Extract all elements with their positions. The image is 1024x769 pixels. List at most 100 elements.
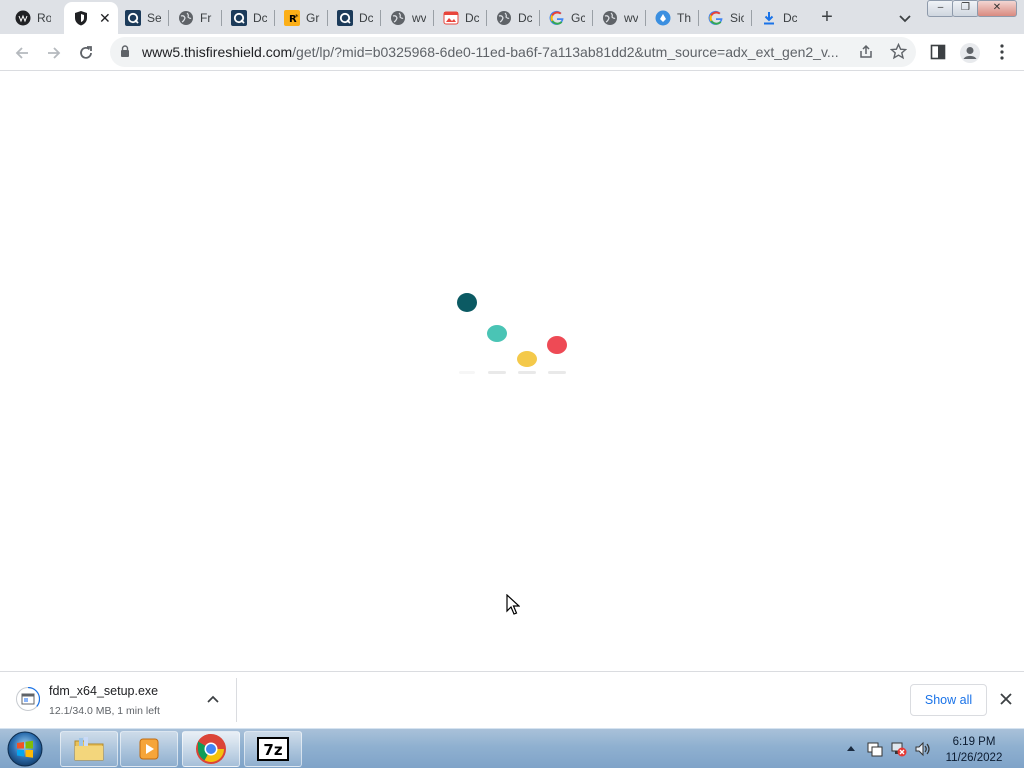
minimize-button[interactable]: – bbox=[927, 0, 954, 17]
globe-icon bbox=[178, 10, 194, 26]
taskbar-7zip[interactable]: 7z bbox=[244, 731, 302, 767]
globe-icon bbox=[602, 10, 618, 26]
download-icon bbox=[761, 10, 777, 26]
svg-text:*: * bbox=[295, 13, 299, 21]
loader-dot-teal-dark bbox=[457, 293, 477, 312]
new-tab-button[interactable]: + bbox=[815, 6, 839, 30]
taskbar-explorer[interactable] bbox=[60, 731, 118, 767]
mouse-cursor-icon bbox=[506, 594, 520, 615]
windows-start-button[interactable] bbox=[4, 730, 46, 768]
tab-7[interactable]: Dc bbox=[328, 4, 380, 32]
side-panel-icon[interactable] bbox=[930, 44, 946, 60]
loader-shadow bbox=[459, 371, 475, 374]
tab-4[interactable]: Fr bbox=[169, 4, 221, 32]
tab-strip: Ro ✕ Se Fr Dc R * Gr Dc wv Dc Dc Gc wv Th Sic Dc + – ❐ ✕ bbox=[0, 0, 1024, 34]
chrome-icon bbox=[196, 734, 226, 764]
tab-label: Ro bbox=[37, 11, 51, 25]
profile-avatar-icon[interactable] bbox=[959, 42, 981, 64]
page-content bbox=[0, 71, 1024, 671]
tab-label: Fr bbox=[200, 11, 212, 25]
tab-6[interactable]: R * Gr bbox=[275, 4, 327, 32]
globe-icon bbox=[390, 10, 406, 26]
network-icon[interactable] bbox=[890, 740, 908, 758]
clock-date: 11/26/2022 bbox=[945, 752, 1003, 764]
download-shelf: fdm_x64_setup.exe 12.1/34.0 MB, 1 min le… bbox=[0, 671, 1024, 728]
loader-shadow bbox=[548, 371, 566, 374]
tab-label: Dc bbox=[783, 11, 797, 25]
globe-icon bbox=[496, 10, 512, 26]
url-text[interactable]: www5.thisfireshield.com/get/lp/?mid=b032… bbox=[142, 44, 842, 60]
back-button[interactable] bbox=[9, 40, 35, 66]
tab-5[interactable]: Dc bbox=[222, 4, 274, 32]
tab-label: wv bbox=[412, 11, 426, 25]
q-logo-icon bbox=[125, 10, 141, 26]
close-shelf-icon[interactable] bbox=[997, 690, 1015, 708]
tab-2[interactable]: ✕ bbox=[64, 2, 118, 34]
tab-label: Gc bbox=[571, 11, 585, 25]
action-center-flag-icon[interactable] bbox=[866, 741, 884, 757]
show-all-button[interactable]: Show all bbox=[910, 684, 987, 716]
reload-button[interactable] bbox=[73, 40, 99, 66]
tab-label: Dc bbox=[359, 11, 373, 25]
windows-taskbar: 7z 6:19 PM 11/26/2022 bbox=[0, 728, 1024, 768]
q-logo-icon bbox=[337, 10, 353, 26]
tab-12[interactable]: wv bbox=[593, 4, 645, 32]
forward-button[interactable] bbox=[41, 40, 67, 66]
close-tab-icon[interactable]: ✕ bbox=[99, 10, 111, 27]
svg-text:7z: 7z bbox=[263, 741, 282, 759]
tab-13[interactable]: Th bbox=[646, 4, 698, 32]
rockstar-icon: R * bbox=[284, 10, 300, 26]
image-icon bbox=[443, 10, 459, 26]
reload-icon bbox=[80, 46, 92, 59]
volume-icon[interactable] bbox=[914, 741, 932, 757]
tab-label: Sic bbox=[730, 11, 744, 25]
more-menu-icon[interactable] bbox=[995, 43, 1009, 61]
chevron-up-icon[interactable] bbox=[205, 692, 221, 708]
tab-label: Dc bbox=[253, 11, 267, 25]
shield-icon bbox=[73, 10, 89, 26]
tab-search-chevron-icon[interactable] bbox=[895, 8, 915, 28]
tab-3[interactable]: Se bbox=[116, 4, 168, 32]
tab-label: Dc bbox=[465, 11, 479, 25]
lock-icon[interactable] bbox=[120, 45, 130, 57]
tab-label: Th bbox=[677, 11, 691, 25]
google-icon bbox=[549, 10, 565, 26]
show-hidden-icons-icon[interactable] bbox=[846, 744, 856, 752]
tab-label: Gr bbox=[306, 11, 320, 25]
loader-shadow bbox=[518, 371, 536, 374]
q-logo-icon bbox=[231, 10, 247, 26]
download-status: 12.1/34.0 MB, 1 min left bbox=[49, 705, 160, 717]
blue-badge-icon bbox=[655, 10, 671, 26]
exe-file-icon bbox=[16, 687, 40, 711]
dark-circle-icon bbox=[15, 10, 31, 26]
tab-label: wv bbox=[624, 11, 638, 25]
back-arrow-icon bbox=[15, 47, 28, 59]
google-icon bbox=[708, 10, 724, 26]
loader-dot-yellow bbox=[517, 351, 537, 367]
url-host: www5.thisfireshield.com bbox=[142, 44, 293, 60]
close-window-button[interactable]: ✕ bbox=[977, 0, 1017, 17]
url-path: /get/lp/?mid=b0325968-6de0-11ed-ba6f-7a1… bbox=[292, 44, 839, 60]
tab-11[interactable]: Gc bbox=[540, 4, 592, 32]
share-icon[interactable] bbox=[858, 44, 874, 60]
forward-arrow-icon bbox=[48, 47, 61, 59]
taskbar-chrome[interactable] bbox=[182, 731, 240, 767]
address-bar[interactable]: www5.thisfireshield.com/get/lp/?mid=b032… bbox=[110, 37, 916, 67]
media-player-icon bbox=[139, 738, 159, 760]
tab-10[interactable]: Dc bbox=[487, 4, 539, 32]
tab-15[interactable]: Dc bbox=[752, 4, 804, 32]
loader-dot-teal-light bbox=[487, 325, 507, 342]
taskbar-media-player[interactable] bbox=[120, 731, 178, 767]
download-filename: fdm_x64_setup.exe bbox=[49, 684, 159, 698]
tab-9[interactable]: Dc bbox=[434, 4, 486, 32]
loader-shadow bbox=[488, 371, 506, 374]
tab-1[interactable]: Ro bbox=[6, 4, 58, 32]
restore-button[interactable]: ❐ bbox=[952, 0, 979, 17]
tab-14[interactable]: Sic bbox=[699, 4, 751, 32]
folder-icon bbox=[74, 737, 104, 761]
tab-label: Dc bbox=[518, 11, 532, 25]
7zip-icon: 7z bbox=[257, 737, 289, 761]
system-clock[interactable]: 6:19 PM 11/26/2022 bbox=[936, 734, 1012, 766]
bookmark-star-icon[interactable] bbox=[890, 43, 907, 60]
tab-8[interactable]: wv bbox=[381, 4, 433, 32]
